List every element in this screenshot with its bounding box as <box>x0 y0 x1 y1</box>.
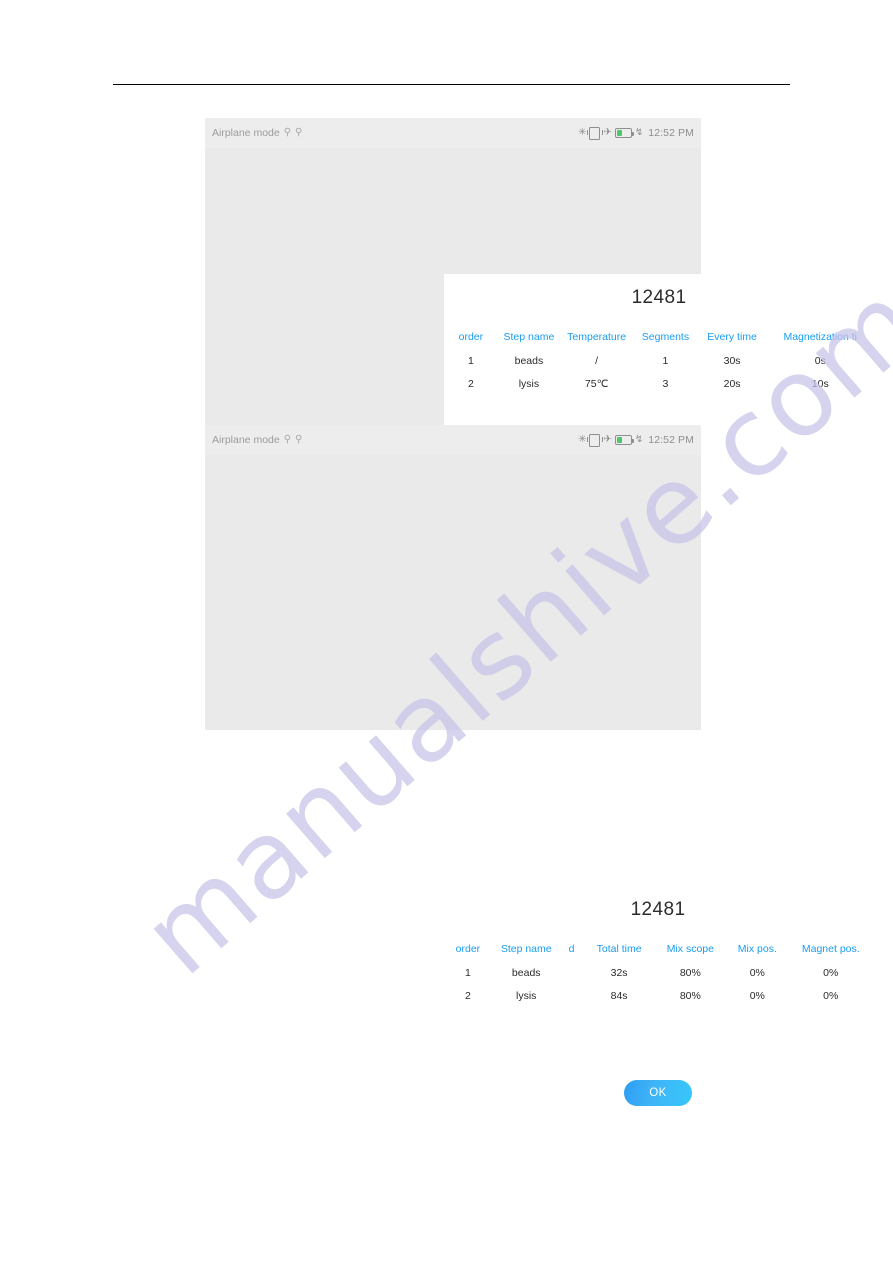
column-header-total-time: Total time <box>596 943 642 955</box>
dialog-title: 12481 <box>630 899 686 920</box>
cell-magnetization-time: 10s <box>811 378 829 390</box>
cell-step-name: lysis <box>518 378 540 390</box>
column-header-temperature: Temperature <box>567 331 627 343</box>
cell-magnetization-time: 0s <box>814 355 826 367</box>
step-parameters-table: order Step name Temperature Segments Eve… <box>444 331 874 398</box>
cell-step-name: beads <box>514 355 544 367</box>
airplane-icon: ✈ <box>603 434 612 445</box>
cell-mix-pos: 0% <box>749 967 765 979</box>
column-header-truncated: d <box>568 943 575 955</box>
airplane-mode-label: Airplane mode <box>212 434 280 446</box>
bluetooth-icon: ✳ <box>578 127 587 138</box>
cell-mix-scope: 80% <box>679 990 701 1002</box>
column-header-magnetization-time: Magnetization ti <box>783 331 858 343</box>
cell-every-time: 30s <box>723 355 741 367</box>
status-bar-clock: 12:52 PM <box>648 127 694 139</box>
tablet-screenshot-timing: Airplane mode ⚲ ⚲ ✳ ✈ ↯ 12:52 PM 12481 o… <box>205 425 874 1122</box>
column-header-mix-pos: Mix pos. <box>737 943 777 955</box>
airplane-icon: ✈ <box>603 127 612 138</box>
status-bar: Airplane mode ⚲ ⚲ ✳ ✈ ↯ 12:52 PM <box>205 118 701 148</box>
column-header-step-name: Step name <box>500 943 552 955</box>
usb-icon: ⚲ <box>283 434 292 445</box>
table-header-row: order Step name d Total time Mix scope M… <box>442 943 874 964</box>
status-bar-right: ✳ ✈ ↯ 12:52 PM <box>578 126 694 140</box>
table-row: 1 beads / 1 30s 0s <box>444 352 874 375</box>
status-bar-clock: 12:52 PM <box>648 434 694 446</box>
cell-magnet-pos: 0% <box>823 967 839 979</box>
table-header-row: order Step name Temperature Segments Eve… <box>444 331 874 352</box>
cell-every-time: 20s <box>723 378 741 390</box>
cell-segments: 3 <box>662 378 669 390</box>
vibrate-icon <box>586 433 603 447</box>
column-header-mix-scope: Mix scope <box>666 943 714 955</box>
step-timing-table: order Step name d Total time Mix scope M… <box>442 943 874 1010</box>
status-bar-left: Airplane mode ⚲ ⚲ <box>212 434 302 446</box>
cell-truncated <box>559 987 585 1010</box>
battery-icon <box>614 435 634 445</box>
cell-order: 2 <box>464 990 471 1002</box>
cell-mix-pos: 0% <box>749 990 765 1002</box>
status-bar: Airplane mode ⚲ ⚲ ✳ ✈ ↯ 12:52 PM <box>205 425 701 455</box>
cell-step-name: lysis <box>516 990 537 1002</box>
column-header-order: order <box>458 331 484 343</box>
column-header-order: order <box>455 943 481 955</box>
table-row: 1 beads 32s 80% 0% 0% <box>442 964 874 987</box>
page-header-rule <box>113 84 790 85</box>
table-row: 2 lysis 84s 80% 0% 0% <box>442 987 874 1010</box>
cell-total-time: 84s <box>610 990 628 1002</box>
cell-order: 1 <box>464 967 471 979</box>
cell-segments: 1 <box>662 355 669 367</box>
usb-icon: ⚲ <box>295 127 303 138</box>
cell-mix-scope: 80% <box>679 967 701 979</box>
battery-icon <box>614 128 634 138</box>
column-header-every-time: Every time <box>707 331 757 343</box>
cell-temperature: 75℃ <box>584 378 609 390</box>
cell-temperature: / <box>595 355 599 367</box>
status-bar-left: Airplane mode ⚲ ⚲ <box>212 127 302 139</box>
cell-magnet-pos: 0% <box>823 990 839 1002</box>
column-header-step-name: Step name <box>503 331 555 343</box>
charging-icon: ↯ <box>634 127 644 138</box>
cell-order: 2 <box>467 378 474 390</box>
ok-button[interactable]: OK <box>624 1080 692 1106</box>
tablet-screenshot-parameters: Airplane mode ⚲ ⚲ ✳ ✈ ↯ 12:52 PM 12481 o… <box>205 118 874 507</box>
usb-icon: ⚲ <box>295 434 303 445</box>
charging-icon: ↯ <box>634 434 644 445</box>
status-bar-right: ✳ ✈ ↯ 12:52 PM <box>578 433 694 447</box>
cell-order: 1 <box>467 355 474 367</box>
airplane-mode-label: Airplane mode <box>212 127 280 139</box>
usb-icon: ⚲ <box>283 127 292 138</box>
timing-dialog: 12481 order Step name d Total time Mix s… <box>442 888 874 1122</box>
cell-truncated <box>559 964 585 987</box>
table-row: 2 lysis 75℃ 3 20s 10s <box>444 375 874 398</box>
cell-step-name: beads <box>511 967 541 979</box>
vibrate-icon <box>586 126 603 140</box>
column-header-segments: Segments <box>641 331 690 343</box>
cell-total-time: 32s <box>610 967 628 979</box>
bluetooth-icon: ✳ <box>578 434 587 445</box>
column-header-magnet-pos: Magnet pos. <box>801 943 860 955</box>
dialog-title: 12481 <box>631 287 687 308</box>
